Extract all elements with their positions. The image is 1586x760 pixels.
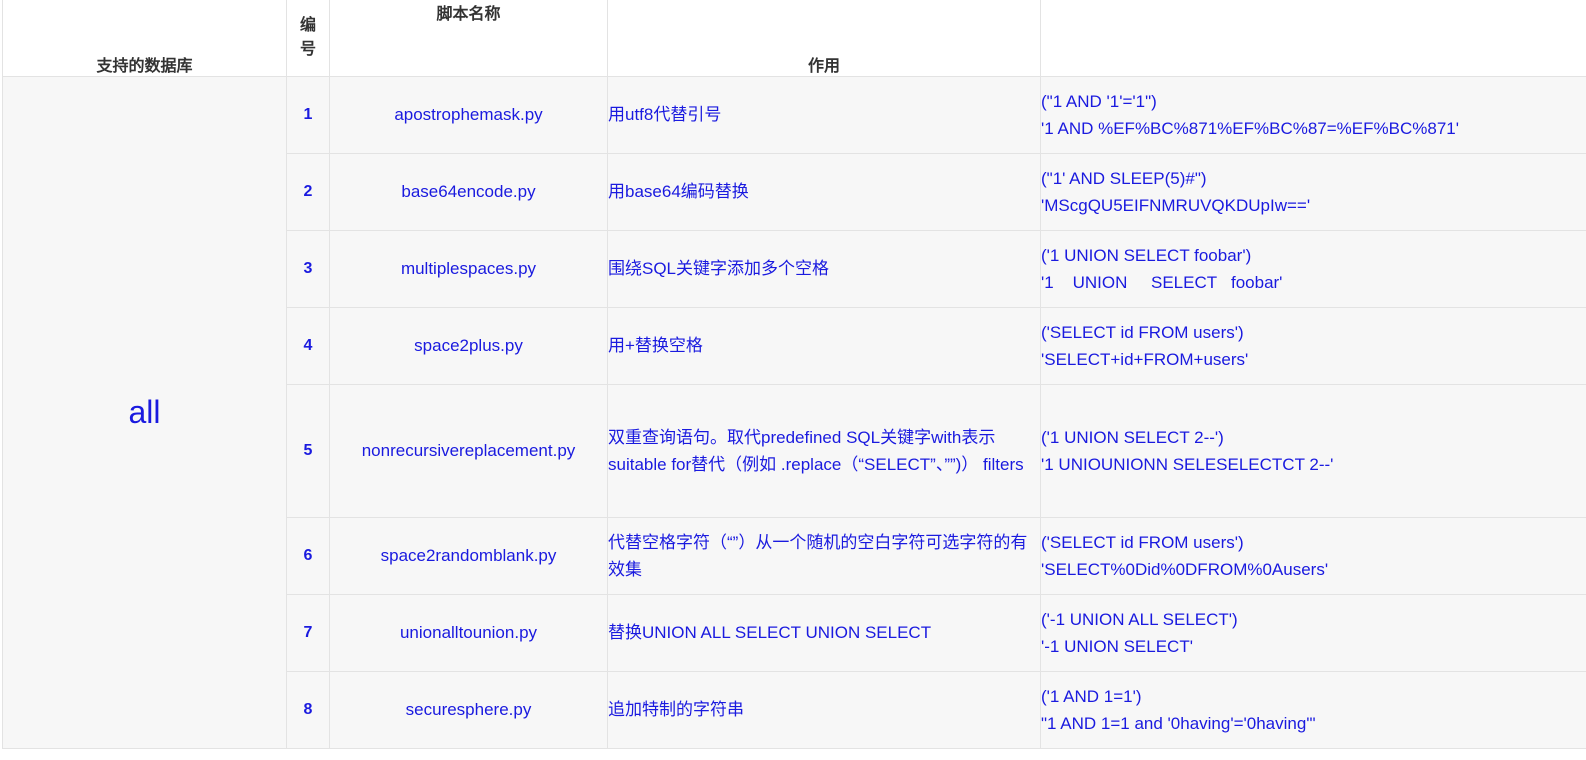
effect-text: 围绕SQL关键字添加多个空格 (607, 230, 1041, 308)
header-script-name: 脚本名称 (329, 0, 608, 77)
script-name: apostrophemask.py (329, 76, 608, 154)
example-cell: ('1 UNION SELECT 2--') '1 UNIOUNIONN SELE… (1040, 384, 1586, 518)
example-cell: ("1' AND SLEEP(5)#") 'MScgQU5EIFNMRUVQKDU… (1040, 153, 1586, 231)
example-cell: ('-1 UNION ALL SELECT') '-1 UNION SELECT' (1040, 594, 1586, 672)
effect-text: 追加特制的字符串 (607, 671, 1041, 749)
example-cell: ('1 AND 1=1') "1 AND 1=1 and '0having'='0… (1040, 671, 1586, 749)
row-number: 4 (286, 307, 330, 385)
example-output: '1 AND %EF%BC%871%EF%BC%87=%EF%BC%871' (1041, 119, 1459, 138)
example-cell: ('1 UNION SELECT foobar') '1 UNION SELECT… (1040, 230, 1586, 308)
header-effect: 作用 (607, 0, 1041, 77)
example-input: ('1 UNION SELECT 2--') (1041, 427, 1224, 447)
row-number: 6 (286, 517, 330, 595)
script-name: nonrecursivereplacement.py (329, 384, 608, 518)
effect-text: 双重查询语句。取代predefined SQL关键字with表示suitable… (607, 384, 1041, 518)
example-input: ("1' AND SLEEP(5)#") (1041, 168, 1207, 188)
row-number: 5 (286, 384, 330, 518)
header-example (1040, 0, 1586, 77)
script-name: multiplespaces.py (329, 230, 608, 308)
example-output: 'MScgQU5EIFNMRUVQKDUpIw==' (1041, 196, 1311, 215)
example-output: '-1 UNION SELECT' (1041, 637, 1193, 656)
database-cell: all (2, 76, 287, 749)
tamper-scripts-table: 支持的数据库 编号 脚本名称 作用 all 1 apostrophemask.p… (2, 0, 1586, 749)
effect-text: 代替空格字符（“”）从一个随机的空白字符可选字符的有效集 (607, 517, 1041, 595)
effect-text: 用utf8代替引号 (607, 76, 1041, 154)
effect-text: 替换UNION ALL SELECT UNION SELECT (607, 594, 1041, 672)
example-cell: ("1 AND '1'='1") '1 AND %EF%BC%871%EF%BC%… (1040, 76, 1586, 154)
example-input: ('SELECT id FROM users') (1041, 532, 1244, 552)
script-name: space2plus.py (329, 307, 608, 385)
header-row: 支持的数据库 编号 脚本名称 作用 (2, 0, 1586, 77)
script-name: base64encode.py (329, 153, 608, 231)
row-number: 8 (286, 671, 330, 749)
header-number: 编号 (286, 0, 330, 77)
row-number: 2 (286, 153, 330, 231)
effect-text: 用+替换空格 (607, 307, 1041, 385)
script-name: securesphere.py (329, 671, 608, 749)
script-name: unionalltounion.py (329, 594, 608, 672)
example-cell: ('SELECT id FROM users') 'SELECT%0Did%0DF… (1040, 517, 1586, 595)
example-output: '1 UNIOUNIONN SELESELECTCT 2--' (1041, 455, 1334, 474)
header-number-line1: 编 (299, 17, 316, 34)
header-number-line2: 号 (299, 41, 316, 58)
example-output: '1 UNION SELECT foobar' (1041, 273, 1283, 292)
example-output: "1 AND 1=1 and '0having'='0having'" (1041, 714, 1316, 733)
effect-text: 用base64编码替换 (607, 153, 1041, 231)
row-number: 3 (286, 230, 330, 308)
example-output: 'SELECT+id+FROM+users' (1041, 350, 1249, 369)
example-input: ('-1 UNION ALL SELECT') (1041, 609, 1238, 629)
example-input: ("1 AND '1'='1") (1041, 91, 1157, 111)
script-name: space2randomblank.py (329, 517, 608, 595)
example-output: 'SELECT%0Did%0DFROM%0Ausers' (1041, 560, 1329, 579)
row-number: 7 (286, 594, 330, 672)
example-input: ('1 AND 1=1') (1041, 686, 1142, 706)
row-number: 1 (286, 76, 330, 154)
example-input: ('SELECT id FROM users') (1041, 322, 1244, 342)
example-cell: ('SELECT id FROM users') 'SELECT+id+FROM+… (1040, 307, 1586, 385)
header-database: 支持的数据库 (2, 0, 287, 77)
table-row: all 1 apostrophemask.py 用utf8代替引号 ("1 AN… (2, 76, 1586, 749)
example-input: ('1 UNION SELECT foobar') (1041, 245, 1252, 265)
